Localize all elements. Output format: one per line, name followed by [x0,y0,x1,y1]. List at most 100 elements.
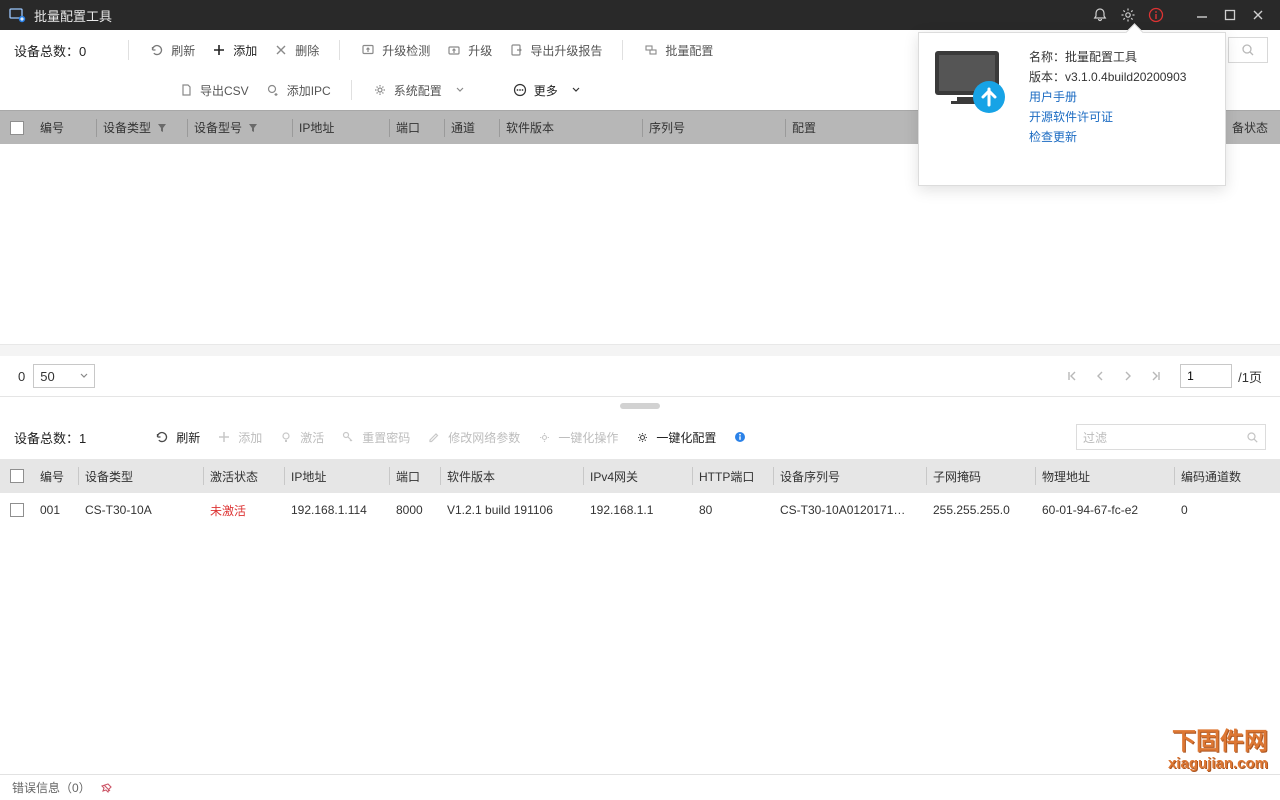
next-page-button[interactable] [1114,362,1142,390]
col-mac[interactable]: 物理地址 [1036,468,1174,485]
page-size-select[interactable]: 50 [33,364,95,388]
col-port[interactable]: 端口 [390,468,440,485]
sys-config-button[interactable]: 系统配置 [364,76,476,104]
gear-icon[interactable] [1114,1,1142,29]
lower-refresh-button[interactable]: 刷新 [146,423,208,451]
status-bar: 错误信息（0） [0,774,1280,800]
batch-config-button[interactable]: 批量配置 [635,36,721,64]
chevron-down-icon [568,82,584,98]
col-dev-type[interactable]: 设备类型 [97,111,187,144]
col-status[interactable]: 备状态 [1226,111,1280,144]
csv-icon [178,82,194,98]
minimize-button[interactable] [1188,1,1216,29]
maximize-button[interactable] [1216,1,1244,29]
export-csv-button[interactable]: 导出CSV [170,76,257,104]
add-ipc-button[interactable]: 添加IPC [257,76,339,104]
cell-channels: 0 [1175,503,1255,517]
x-icon [273,42,289,58]
info-dot-icon [734,431,746,443]
row-checkbox[interactable] [10,503,24,517]
last-page-button[interactable] [1142,362,1170,390]
gear-small-icon [372,82,388,98]
onekey-config-button[interactable]: 一键化配置 [626,423,754,451]
pin-icon[interactable] [101,782,113,794]
col-sw[interactable]: 软件版本 [500,111,642,144]
app-title: 批量配置工具 [34,6,112,25]
col-serial[interactable]: 设备序列号 [774,468,926,485]
title-bar: 批量配置工具 [0,0,1280,30]
chevron-down-icon [452,82,468,98]
prev-page-button[interactable] [1086,362,1114,390]
add-button[interactable]: 添加 [203,36,265,64]
col-ip[interactable]: IP地址 [293,111,389,144]
export-report-button[interactable]: 导出升级报告 [500,36,610,64]
upper-search-box[interactable] [1228,37,1268,63]
lower-table-header: 编号 设备类型 激活状态 IP地址 端口 软件版本 IPv4网关 HTTP端口 … [0,459,1280,493]
table-row[interactable]: 001 CS-T30-10A 未激活 192.168.1.114 8000 V1… [0,493,1280,527]
more-button[interactable]: 更多 [504,76,592,104]
funnel-icon[interactable] [248,123,258,133]
col-model[interactable]: 设备型号 [188,111,292,144]
lower-add-button[interactable]: 添加 [208,423,270,451]
cell-id: 001 [34,503,78,517]
link-check-update[interactable]: 检查更新 [1029,127,1186,147]
col-serial[interactable]: 序列号 [643,111,785,144]
refresh-icon [154,429,170,445]
col-id[interactable]: 编号 [34,111,96,144]
col-channels[interactable]: 编码通道数 [1175,468,1255,485]
bell-icon[interactable] [1086,1,1114,29]
about-name: 名称：批量配置工具 [1029,47,1186,67]
plus-icon [216,429,232,445]
upgrade-check-button[interactable]: 升级检测 [352,36,438,64]
link-user-manual[interactable]: 用户手册 [1029,87,1186,107]
close-button[interactable] [1244,1,1272,29]
plus-icon [211,42,227,58]
col-http[interactable]: HTTP端口 [693,468,773,485]
error-info-label[interactable]: 错误信息（0） [12,779,91,796]
pagination: 0 50 /1页 [0,356,1280,396]
col-mask[interactable]: 子网掩码 [927,468,1035,485]
delete-button[interactable]: 删除 [265,36,327,64]
cell-ip: 192.168.1.114 [285,503,389,517]
activate-button[interactable]: 激活 [270,423,332,451]
col-gw[interactable]: IPv4网关 [584,468,692,485]
gear-icon [536,429,552,445]
onekey-op-button[interactable]: 一键化操作 [528,423,626,451]
export-icon [508,42,524,58]
col-type[interactable]: 设备类型 [79,468,203,485]
select-all-checkbox[interactable] [10,121,24,135]
funnel-icon[interactable] [157,123,167,133]
upgrade-check-icon [360,42,376,58]
splitter-grip[interactable] [0,397,1280,415]
col-id[interactable]: 编号 [34,468,78,485]
upper-scroll[interactable] [0,344,1280,356]
first-page-button[interactable] [1058,362,1086,390]
col-port[interactable]: 端口 [390,111,444,144]
pagination-start: 0 [18,369,25,384]
refresh-button[interactable]: 刷新 [141,36,203,64]
col-channel[interactable]: 通道 [445,111,499,144]
col-activation[interactable]: 激活状态 [204,468,284,485]
bulb-icon [278,429,294,445]
cell-port: 8000 [390,503,440,517]
filter-input[interactable]: 过滤 [1076,424,1266,450]
col-sw[interactable]: 软件版本 [441,468,583,485]
modify-net-button[interactable]: 修改网络参数 [418,423,528,451]
upgrade-icon [446,42,462,58]
reset-password-button[interactable]: 重置密码 [332,423,418,451]
cell-mask: 255.255.255.0 [927,503,1035,517]
about-graphic [933,47,1015,117]
lower-select-all-checkbox[interactable] [10,469,24,483]
lower-toolbar: 设备总数：1 刷新 添加 激活 重置密码 修改网络参数 一键化操作 一键化配置 … [0,415,1280,459]
col-ip[interactable]: IP地址 [285,468,389,485]
page-input[interactable] [1180,364,1232,388]
filter-placeholder: 过滤 [1083,429,1246,446]
cell-gw: 192.168.1.1 [584,503,692,517]
batch-icon [643,42,659,58]
upgrade-button[interactable]: 升级 [438,36,500,64]
col-config[interactable]: 配置 [786,111,826,144]
edit-icon [426,429,442,445]
info-icon[interactable] [1142,1,1170,29]
cell-activation: 未激活 [204,502,284,519]
link-license[interactable]: 开源软件许可证 [1029,107,1186,127]
